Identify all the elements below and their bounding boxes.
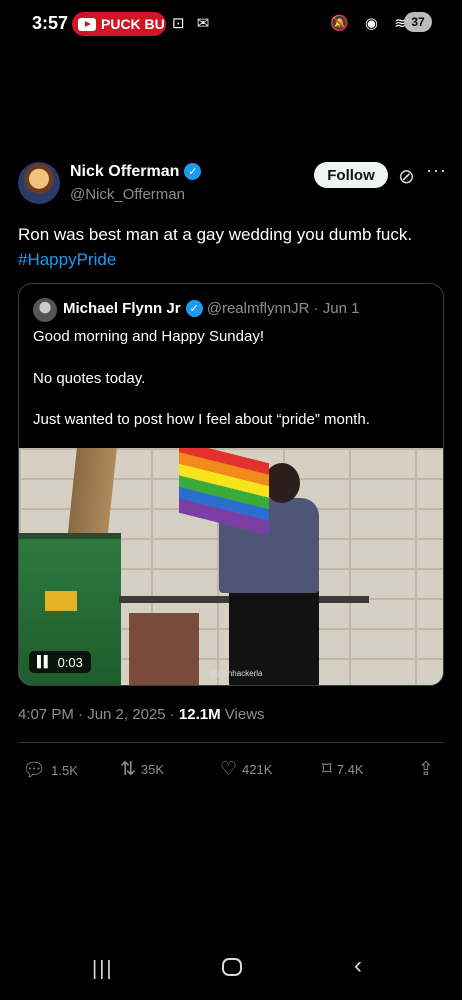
like-count: 421K [242,762,273,777]
verified-badge-icon: ✓ [184,163,202,180]
back-icon[interactable]: ‹ [354,952,362,980]
quoted-tweet[interactable]: Michael Flynn Jr ✓ @realmflynnJR · Jun 1 … [18,283,444,686]
video-frame-crate [129,613,199,685]
share-button[interactable]: ⇪ [418,758,434,781]
quote-author-name[interactable]: Michael Flynn Jr [63,300,181,317]
quote-line-2: No quotes today. [33,370,146,387]
system-status-icons: 🔕 ◉ ≋ [330,15,413,32]
author-handle[interactable]: @Nick_Offerman [70,186,185,203]
author-name-row[interactable]: Nick Offerman ✓ [70,163,202,181]
video-frame-man-head [264,463,300,503]
video-timer[interactable]: ▌▌ 0:03 [29,651,91,673]
divider [18,742,444,743]
follow-button[interactable]: Follow [314,162,388,188]
puck-notification-badge: PUCK BU [72,12,166,36]
share-icon: ⇪ [418,759,434,780]
views-count: 12.1M [178,706,221,723]
youtube-icon [78,17,96,31]
reply-button[interactable]: 💬︎ 1.5K [22,758,78,782]
more-options-icon[interactable]: ··· [426,160,447,181]
tweet-timestamp: 4:07 PM · Jun 2, 2025 · [18,706,179,723]
bookmark-button[interactable]: ⌑ 7.4K [322,758,364,781]
hashtag-link[interactable]: #HappyPride [18,250,116,269]
quote-author-avatar[interactable] [33,298,57,322]
quote-video[interactable]: @johnhackerla ▌▌ 0:03 [19,448,443,685]
repost-button[interactable]: ⇅ 35K [120,758,164,781]
status-time: 3:57 [32,13,69,33]
reply-count: 1.5K [51,762,78,778]
home-icon[interactable] [222,958,242,976]
author-name[interactable]: Nick Offerman [70,163,179,180]
pause-icon[interactable]: ▌▌ [37,656,52,668]
video-time: 0:03 [57,654,83,670]
recent-apps-icon[interactable]: ||| [92,958,114,981]
notification-icons: ⊡ ✉ [172,15,214,32]
grok-icon[interactable]: ⊘ [398,164,415,189]
quote-author-handle: @realmflynnJR · Jun 1 [206,300,360,317]
video-frame-dumpster-label [45,591,77,611]
tweet-body: Ron was best man at a gay wedding you du… [18,225,413,244]
repost-icon: ⇅ [120,759,136,780]
heart-icon: ♡ [220,759,238,780]
video-watermark: @johnhackerla [209,669,263,678]
reply-icon: 💬︎ [22,760,47,781]
quote-line-1: Good morning and Happy Sunday! [33,328,264,345]
quote-line-3: Just wanted to post how I feel about “pr… [33,411,370,428]
author-avatar[interactable] [18,162,60,204]
repost-count: 35K [140,762,165,777]
tweet-meta: 4:07 PM · Jun 2, 2025 · 12.1M Views [18,706,265,723]
bookmark-icon: ⌑ [322,759,332,780]
quote-verified-badge-icon: ✓ [185,300,203,317]
puck-label: PUCK BU [101,16,165,32]
like-button[interactable]: ♡ 421K [220,758,272,781]
quote-author-row[interactable]: Michael Flynn Jr ✓ @realmflynnJR · Jun 1 [63,300,360,317]
battery-icon: 37 [404,12,432,32]
tweet-text: Ron was best man at a gay wedding you du… [18,222,448,272]
views-label: Views [220,706,265,723]
bookmark-count: 7.4K [336,762,364,777]
